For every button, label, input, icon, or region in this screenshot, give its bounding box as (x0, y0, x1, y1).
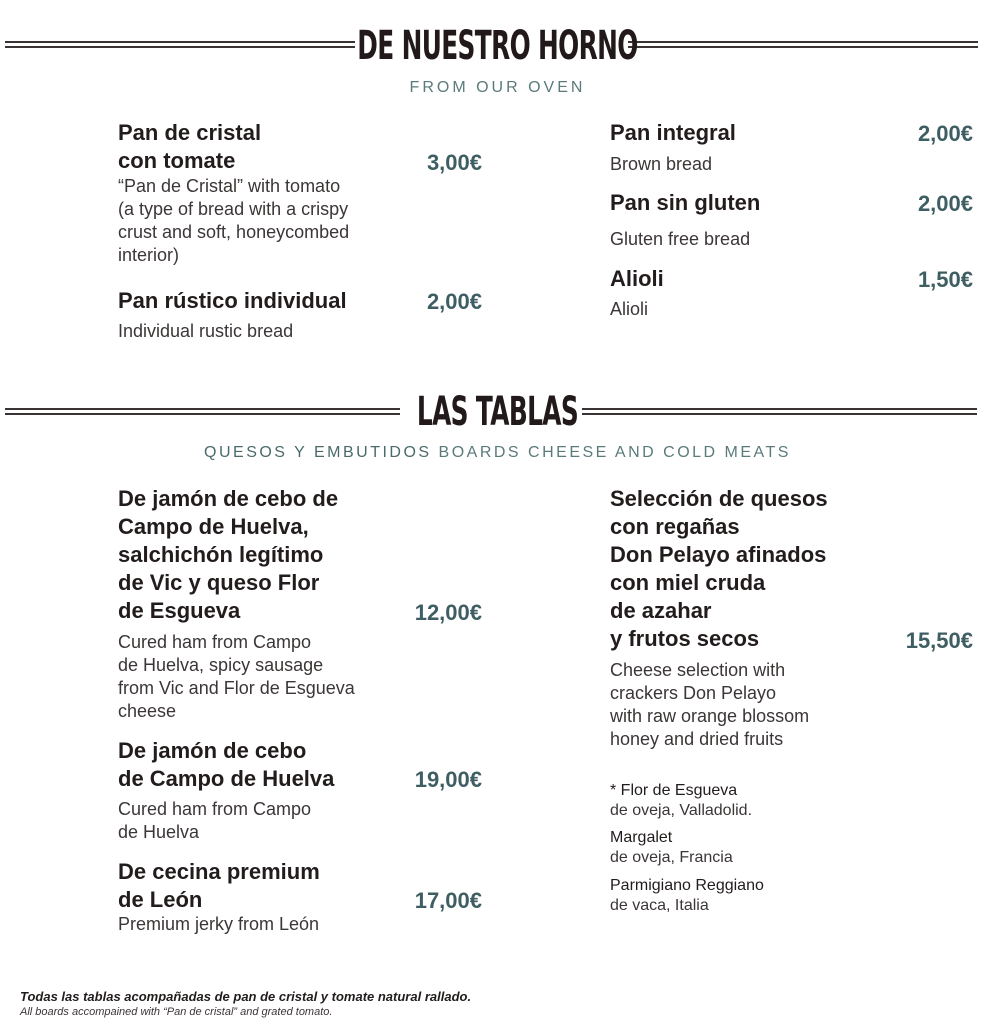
subtitle-english: BOARDS CHEESE AND COLD MEATS (438, 444, 791, 461)
cheese-name: * Flor de Esgueva (610, 782, 738, 799)
section-title-oven: DE NUESTRO HORNO (357, 23, 638, 69)
section-subtitle-boards: QUESOS Y EMBUTIDOS BOARDS CHEESE AND COL… (0, 444, 995, 462)
footer-note-spanish: Todas las tablas acompañadas de pan de c… (20, 989, 472, 1004)
cheese-description: de oveja, Valladolid. (610, 802, 753, 819)
item-name: Alioli (610, 266, 664, 291)
item-name: De cecina premium de León (118, 859, 320, 912)
item-description: Cured ham from Campo de Huelva (118, 799, 312, 842)
item-price: 2,00€ (917, 121, 973, 146)
cheese-description: de oveja, Francia (610, 849, 733, 866)
item-description: Individual rustic bread (118, 321, 294, 341)
item-price: 2,00€ (426, 289, 482, 314)
cheese-name: Margalet (610, 829, 673, 846)
item-description: Gluten free bread (610, 229, 751, 249)
item-description: Brown bread (610, 154, 713, 174)
subtitle-spanish: QUESOS Y EMBUTIDOS (204, 444, 432, 461)
item-name: De jamón de cebo de Campo de Huelva (118, 738, 335, 791)
item-price: 3,00€ (426, 150, 482, 175)
item-price: 19,00€ (414, 767, 482, 792)
item-price: 2,00€ (917, 191, 973, 216)
item-name: Pan rústico individual (118, 288, 347, 313)
item-name: De jamón de cebo de Campo de Huelva, sal… (118, 486, 339, 623)
section-title-boards: LAS TABLAS (416, 389, 579, 435)
footer-note-english: All boards accompained with “Pan de cris… (20, 1006, 333, 1018)
item-description: Premium jerky from León (118, 914, 320, 934)
cheese-description: de vaca, Italia (610, 897, 709, 914)
item-price: 1,50€ (917, 267, 973, 292)
item-price: 17,00€ (414, 888, 482, 913)
item-description: “Pan de Cristal” with tomato (a type of … (118, 176, 350, 265)
item-name: Pan de cristal con tomate (118, 120, 262, 173)
section-subtitle-oven: FROM OUR OVEN (409, 79, 586, 96)
cheese-name: Parmigiano Reggiano (610, 877, 764, 894)
item-price: 15,50€ (905, 628, 973, 653)
item-description: Cured ham from Campo de Huelva, spicy sa… (118, 632, 355, 721)
item-name: Pan integral (610, 120, 736, 145)
item-description: Cheese selection with crackers Don Pelay… (610, 660, 810, 749)
item-price: 12,00€ (414, 600, 482, 625)
item-description: Alioli (610, 299, 649, 319)
item-name: Pan sin gluten (610, 190, 761, 215)
item-name: Selección de quesos con regañas Don Pela… (610, 486, 828, 651)
